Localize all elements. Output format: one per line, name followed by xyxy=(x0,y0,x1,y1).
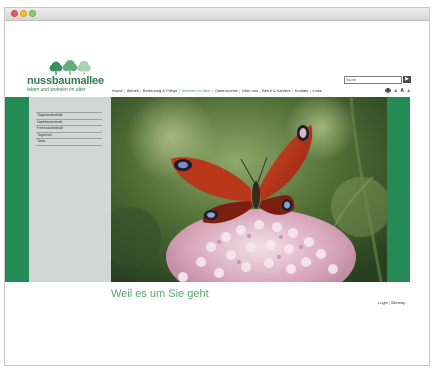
sidebar-menu: Tagesaufenthalt Nachtaufenthalt Ferienau… xyxy=(36,112,102,146)
search-input[interactable] xyxy=(344,76,402,84)
page-tools: A A A xyxy=(385,88,410,94)
hero-image xyxy=(111,97,387,282)
font-size-medium-button[interactable]: A xyxy=(400,88,404,94)
nav-separator: | xyxy=(140,88,142,93)
right-green-band xyxy=(387,97,410,282)
footer-links: Login|Sitemap xyxy=(378,300,406,305)
nav-separator: | xyxy=(292,88,294,93)
nav-item-kontakt[interactable]: Kontakt xyxy=(295,88,309,93)
search-button[interactable]: ▶ xyxy=(403,76,411,83)
sidebar: Tagesaufenthalt Nachtaufenthalt Ferienau… xyxy=(29,97,111,282)
sidebar-item-taxis[interactable]: Taxis xyxy=(36,139,102,146)
nav-separator: | xyxy=(259,88,261,93)
login-link[interactable]: Login xyxy=(378,300,388,305)
minimize-icon[interactable] xyxy=(20,10,27,17)
sidebar-item-tagesaufenthalt[interactable]: Tagesaufenthalt xyxy=(36,112,102,120)
nav-item-wohnen-im-alter[interactable]: Wohnen im Alter xyxy=(182,88,211,93)
nav-separator: | xyxy=(309,88,311,93)
page-tagline: Weil es um Sie geht xyxy=(111,288,209,300)
nav-item-home[interactable]: Home xyxy=(112,88,123,93)
logo-name[interactable]: nussbaumallee xyxy=(27,75,104,87)
nav-item-beruf-karriere[interactable]: Beruf & Karriere xyxy=(262,88,291,93)
nav-item-betreuung-pflege[interactable]: Betreuung & Pflege xyxy=(143,88,178,93)
nav-item-links[interactable]: Links xyxy=(312,88,321,93)
nav-separator: | xyxy=(212,88,214,93)
window-titlebar xyxy=(5,8,429,21)
footer-separator: | xyxy=(388,300,390,305)
left-green-band xyxy=(5,97,29,282)
tree-logo-icon xyxy=(49,60,91,75)
close-icon[interactable] xyxy=(11,10,18,17)
printer-icon[interactable] xyxy=(385,88,391,94)
nav-separator: | xyxy=(239,88,241,93)
maximize-icon[interactable] xyxy=(29,10,36,17)
main-navigation: Home | Aktuell | Betreuung & Pflege | Wohnen i… xyxy=(112,88,322,94)
nav-item-aktuell[interactable]: Aktuell xyxy=(127,88,139,93)
nav-item-gastronomie[interactable]: Gastronomie xyxy=(215,88,238,93)
sitemap-link[interactable]: Sitemap xyxy=(391,300,406,305)
logo-tagline: leben und wohnen im alter xyxy=(27,87,86,93)
font-size-small-button[interactable]: A xyxy=(394,88,397,93)
nav-separator: | xyxy=(178,88,181,93)
nav-item-ueber-uns[interactable]: Über uns xyxy=(242,88,258,93)
nav-separator: | xyxy=(124,88,126,93)
font-size-large-button[interactable]: A xyxy=(407,89,410,93)
